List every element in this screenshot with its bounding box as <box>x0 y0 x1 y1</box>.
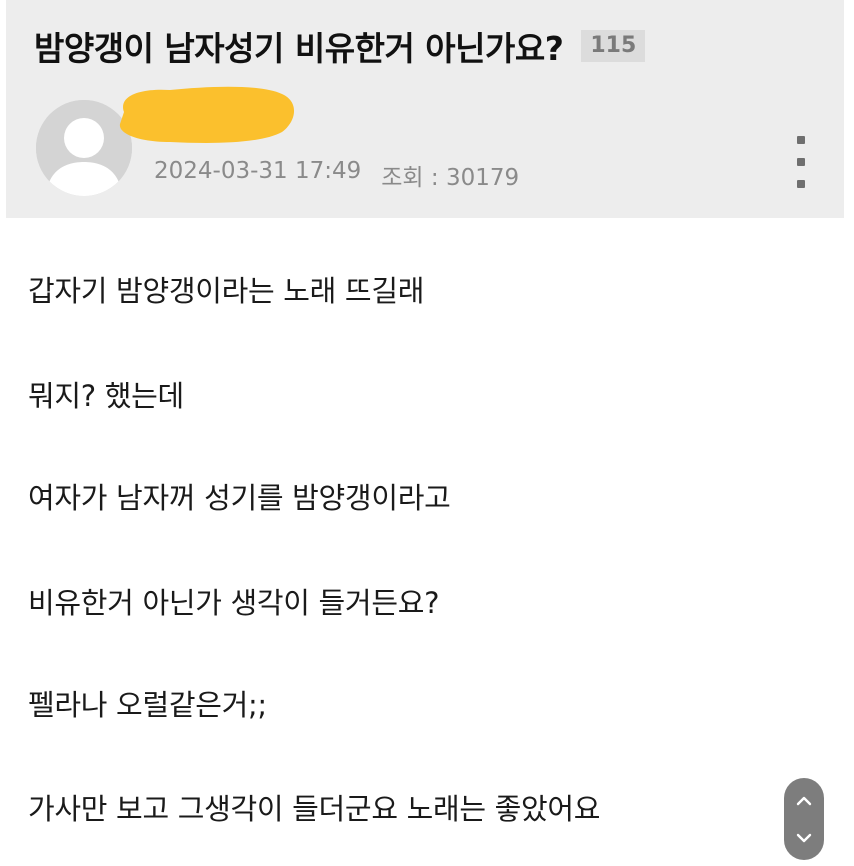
chevron-down-icon <box>796 833 812 842</box>
scroll-up-button[interactable] <box>788 785 820 817</box>
comment-count-badge[interactable]: 115 <box>581 30 646 62</box>
scroll-navigation <box>784 778 824 860</box>
post-meta: 2024-03-31 17:49 조회 : 30179 <box>154 158 519 192</box>
more-vertical-icon <box>797 136 805 144</box>
author-name-mask <box>119 86 295 143</box>
scroll-down-button[interactable] <box>788 822 820 854</box>
post-date: 2024-03-31 17:49 <box>154 158 362 184</box>
chevron-up-icon <box>796 796 812 805</box>
title-row: 밤양갱이 남자성기 비유한거 아닌가요? 115 <box>34 22 646 70</box>
more-options-button[interactable] <box>788 136 814 188</box>
post-body-line: 갑자기 밤양갱이라는 노래 뜨길래 <box>28 274 425 308</box>
post-body-line: 펠라나 오럴같은거;; <box>28 688 267 722</box>
post-body-line: 가사만 보고 그생각이 들더군요 노래는 좋았어요 <box>28 792 601 826</box>
post-header: 밤양갱이 남자성기 비유한거 아닌가요? 115 2024-03-31 17:4… <box>6 0 844 218</box>
post-body-line: 뭐지? 했는데 <box>28 379 184 413</box>
more-vertical-icon-dot <box>797 158 805 166</box>
post-body-line: 여자가 남자꺼 성기를 밤양갱이라고 <box>28 481 451 515</box>
more-vertical-icon-dot <box>797 180 805 188</box>
view-count: 조회 : 30179 <box>381 165 520 191</box>
post-body-line: 비유한거 아닌가 생각이 들거든요? <box>28 586 440 620</box>
post-title: 밤양갱이 남자성기 비유한거 아닌가요? <box>34 29 564 68</box>
